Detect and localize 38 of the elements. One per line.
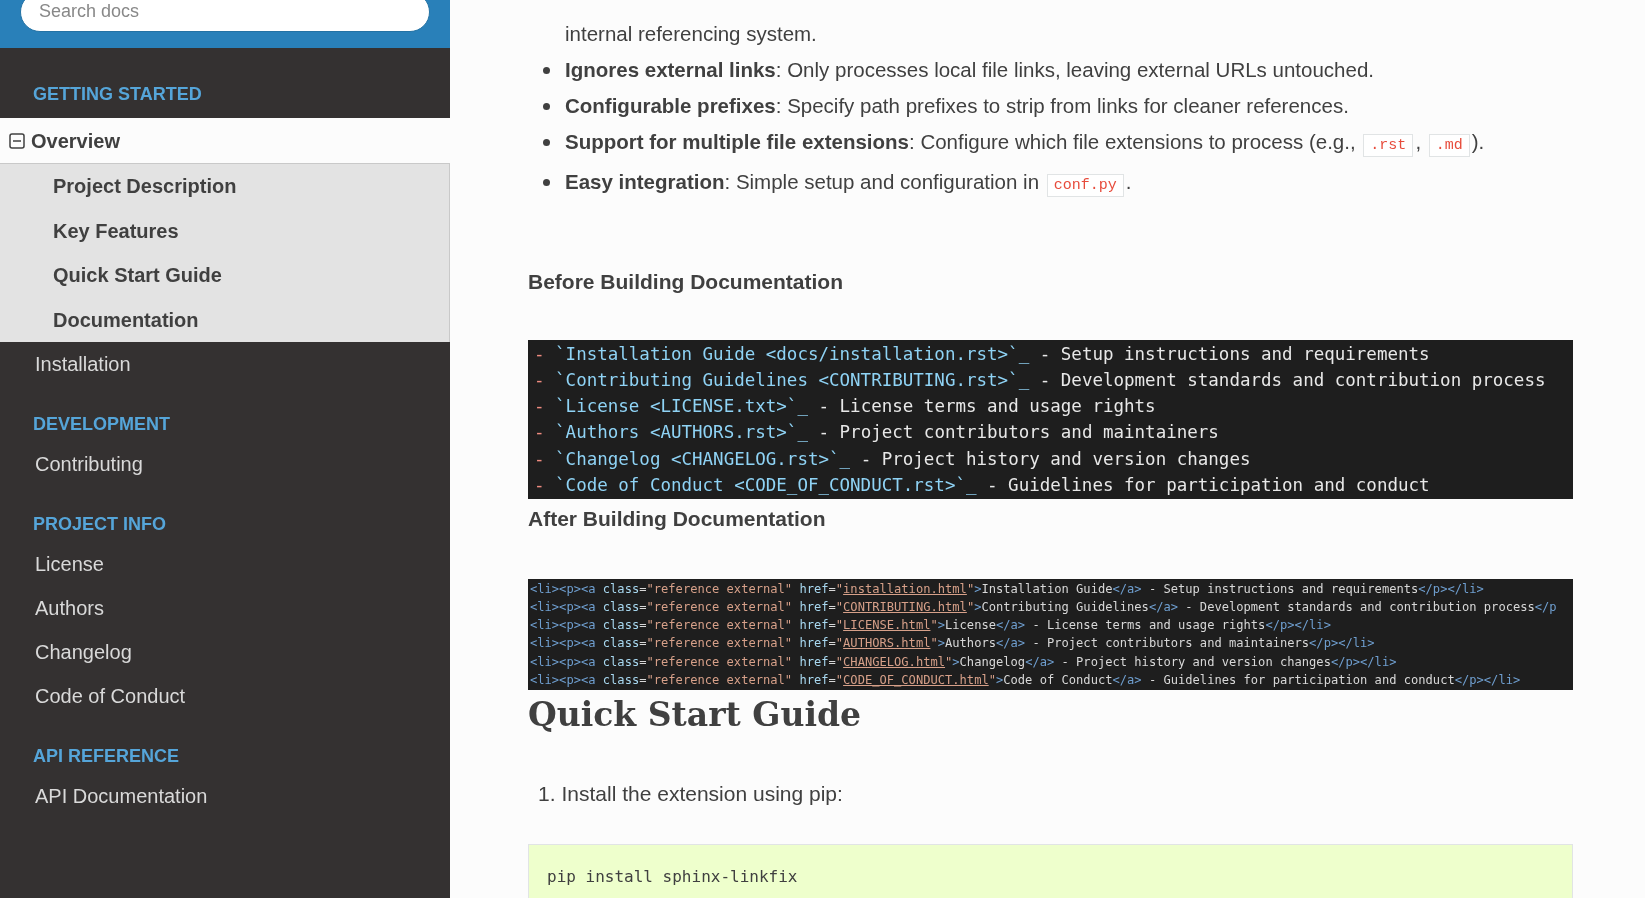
step-text: Install the extension using pip:: [561, 781, 843, 807]
nav-item[interactable]: Changelog: [0, 630, 450, 674]
nav-item[interactable]: Installation: [0, 342, 450, 386]
inline-code: conf.py: [1046, 174, 1124, 197]
feature-text: Ignores external links: Only processes local file links, leaving external URLs untouched.: [565, 57, 1375, 83]
subnav-item[interactable]: Quick Start Guide: [53, 260, 222, 291]
nav-item[interactable]: Code of Conduct: [0, 674, 450, 718]
step-number: 1.: [538, 781, 556, 807]
collapse-icon[interactable]: [9, 132, 25, 149]
bullet-icon: [543, 179, 550, 186]
page-heading: Quick Start Guide: [528, 694, 863, 736]
section-caption: PROJECT INFO: [33, 512, 166, 536]
section-heading: Before Building Documentation: [528, 269, 844, 295]
nav-item[interactable]: API Documentation: [0, 774, 450, 818]
command-block: pip install sphinx-linkfix: [528, 844, 1573, 898]
inline-code: .md: [1428, 134, 1470, 157]
feature-text: internal referencing system.: [565, 21, 818, 47]
subnav-item[interactable]: Project Description: [53, 171, 237, 202]
nav-item[interactable]: License: [0, 542, 450, 586]
feature-text: Easy integration: Simple setup and configuration in conf.py .: [565, 164, 1573, 204]
section-caption: GETTING STARTED: [33, 82, 202, 106]
inline-code: .rst: [1363, 134, 1414, 157]
subnav-item[interactable]: Key Features: [53, 215, 179, 246]
code-block: - `Installation Guide <docs/installation.rst>`_ - Setup instructions and requirements - `Contributing Guidelines <CONTRIBUTING.rst>`_ - Development standards and contribution process - `License <LICENSE.txt>`_ - License terms and usage rights - `Authors <AUTHORS.rst>`_ - Project contributors and maintainers - `Changelog <CHANGELOG.rst>`_ - Project history and version changes - `Code of Conduct <CODE_OF_CONDUCT.rst>`_ - Guidelines for participation and conduct: [528, 339, 1573, 500]
code-screenshot: <li><p><a class="reference external" href="installation.html">Installation Guide</a> - Setup instructions and requirements</p></li> <li><p><a class="reference external" href="CONTRIBUTING.html">Contributing Guidelines</a> - Development standards and contribution process</p <li><p><a class="reference external" href="LICENSE.html">License</a> - License terms and usage rights</p></li> <li><p><a class="reference external" href="AUTHORS.html">Authors</a> - Project contributors and maintainers</p></li> <li><p><a class="reference external" href="CHANGELOG.html">Changelog</a> - Project history and version changes</p></li> <li><p><a class="reference external" href="CODE_OF_CONDUCT.html">Code of Conduct</a> - Guidelines for participation and conduct</p></li>: [528, 578, 1573, 690]
section-caption: API REFERENCE: [33, 744, 180, 768]
feature-text: Support for multiple file extensions: Configure which file extensions to process (e.g., .rst , .md ).: [565, 124, 1573, 164]
bullet-icon: [543, 67, 550, 74]
section-heading: After Building Documentation: [528, 506, 827, 533]
section-caption: DEVELOPMENT: [33, 412, 170, 436]
nav-item[interactable]: Overview: [0, 118, 450, 164]
bullet-icon: [543, 139, 550, 146]
nav-item[interactable]: Authors: [0, 586, 450, 630]
search-field[interactable]: Search docs: [20, 0, 430, 32]
feature-text: Configurable prefixes: Specify path prefixes to strip from links for cleaner references.: [565, 93, 1350, 119]
bullet-icon: [543, 103, 550, 110]
subnav-item[interactable]: Documentation: [53, 304, 199, 335]
nav-item[interactable]: Contributing: [0, 442, 450, 486]
